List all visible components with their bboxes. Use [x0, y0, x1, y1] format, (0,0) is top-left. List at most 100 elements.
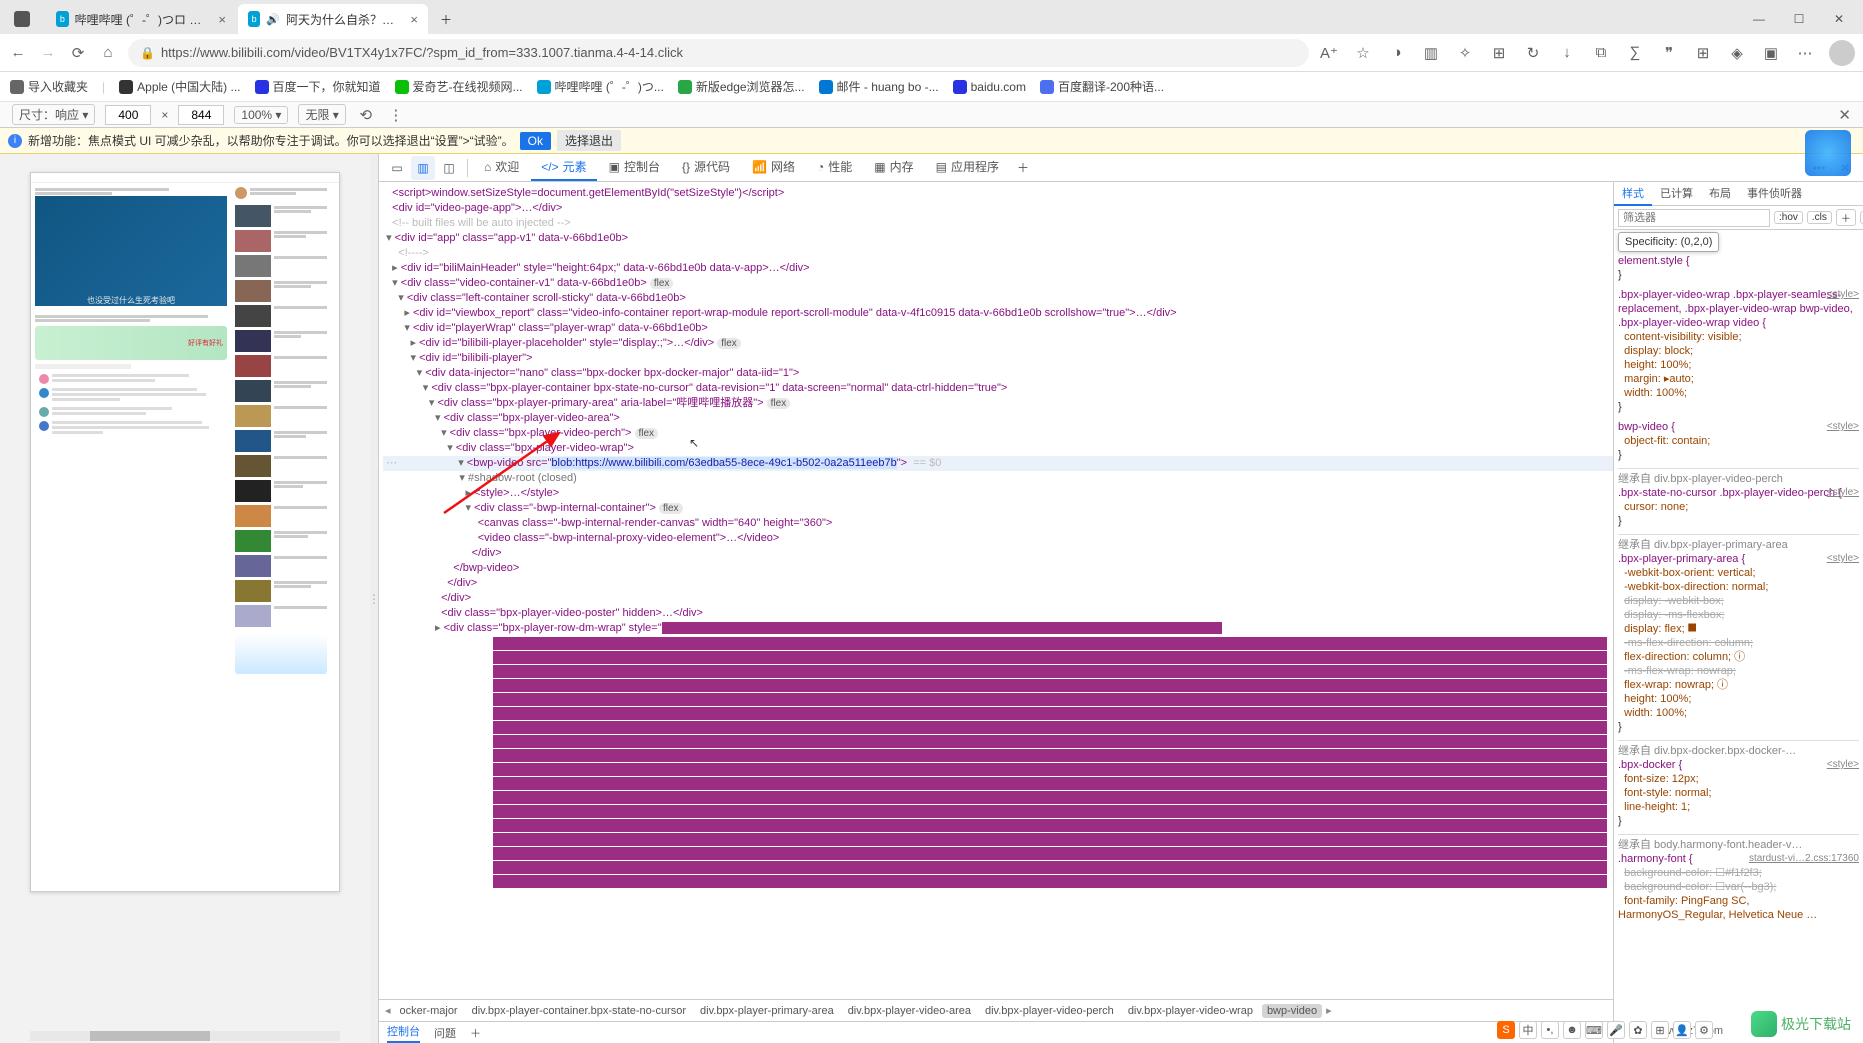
add-tab-icon[interactable]: ＋	[1011, 156, 1035, 180]
sidebar-icon[interactable]: ▥	[1421, 43, 1441, 63]
ime-toolbox-icon[interactable]: ⊞	[1651, 1021, 1669, 1039]
tab-memory[interactable]: ▦内存	[864, 154, 923, 181]
drawer-console-tab[interactable]: 控制台	[387, 1023, 420, 1043]
tab-performance[interactable]: ◔性能	[807, 154, 862, 181]
dock-icon[interactable]: ◫	[437, 156, 461, 180]
close-window-icon[interactable]: ✕	[1819, 4, 1859, 34]
cls-toggle[interactable]: .cls	[1807, 211, 1832, 224]
crumb[interactable]: div.bpx-player-video-perch	[980, 1004, 1119, 1018]
responsive-select[interactable]: 尺寸：响应 ▾	[12, 104, 95, 125]
sync-icon[interactable]: ↻	[1523, 43, 1543, 63]
dom-tree[interactable]: <script>window.setSizeStyle=document.get…	[379, 182, 1613, 999]
tab-computed[interactable]: 已计算	[1652, 182, 1701, 206]
new-tab-button[interactable]: ＋	[430, 4, 462, 34]
tab-welcome[interactable]: ⌂欢迎	[474, 154, 529, 181]
width-input[interactable]	[105, 105, 151, 125]
crumb[interactable]: div.bpx-player-primary-area	[695, 1004, 839, 1018]
bookmark-item[interactable]: 百度翻译-200种语...	[1040, 78, 1164, 95]
bookmark-item[interactable]: Apple (中国大陆) ...	[119, 78, 240, 95]
close-icon[interactable]: ×	[218, 12, 226, 27]
shield-icon[interactable]: ◈	[1727, 43, 1747, 63]
math-icon[interactable]: ∑	[1625, 43, 1645, 63]
rendered-page[interactable]: 也没受过什么生死考验吧 好评有好礼	[30, 172, 340, 892]
quote-icon[interactable]: ❞	[1659, 43, 1679, 63]
performance-icon[interactable]: ⧉	[1591, 43, 1611, 63]
height-input[interactable]	[178, 105, 224, 125]
url-field[interactable]: 🔒 https://www.bilibili.com/video/BV1TX4y…	[128, 39, 1309, 67]
inspect-icon[interactable]: ▭	[385, 156, 409, 180]
crumb[interactable]: div.bpx-player-video-wrap	[1123, 1004, 1258, 1018]
tab-2-active[interactable]: b 🔊 阿天为什么自杀？结局你没... ×	[238, 4, 428, 34]
close-panel-icon[interactable]: ✕	[1838, 106, 1851, 124]
device-toggle-icon[interactable]: ▥	[411, 156, 435, 180]
tab-sources[interactable]: {}源代码	[672, 154, 740, 181]
source-link[interactable]: <style>	[1827, 552, 1859, 566]
throttle-select[interactable]: 无限 ▾	[298, 104, 345, 125]
bookmark-item[interactable]: 导入收藏夹	[10, 78, 88, 95]
home-icon[interactable]: ⌂	[98, 43, 118, 63]
filter-input[interactable]	[1618, 209, 1770, 227]
ime-settings-icon[interactable]: ⚙	[1695, 1021, 1713, 1039]
tab-1[interactable]: b 哔哩哔哩 (゜-゜)つロ 干杯~-bili... ×	[46, 4, 236, 34]
extensions-icon[interactable]: ⊞	[1489, 43, 1509, 63]
ime-voice-icon[interactable]: 🎤	[1607, 1021, 1625, 1039]
tab-network[interactable]: 📶网络	[742, 154, 805, 181]
dom-breadcrumb[interactable]: ◂ ocker-major div.bpx-player-container.b…	[379, 999, 1613, 1021]
back-icon[interactable]: ←	[8, 43, 28, 63]
ime-emoji-button[interactable]: ☻	[1563, 1021, 1581, 1039]
ime-sogou-icon[interactable]: S	[1497, 1021, 1515, 1039]
styles-body[interactable]: Specificity: (0,2,0) element.style {} <s…	[1614, 230, 1863, 1043]
zoom-select[interactable]: 100% ▾	[234, 106, 288, 124]
shopping-icon[interactable]: ◑	[1387, 43, 1407, 63]
hov-toggle[interactable]: :hov	[1774, 211, 1803, 224]
menu-icon[interactable]: ⋯	[1795, 43, 1815, 63]
new-rule-icon[interactable]: ＋	[1836, 209, 1856, 226]
crumb[interactable]: ocker-major	[395, 1004, 463, 1018]
apps-icon[interactable]: ⊞	[1693, 43, 1713, 63]
source-link[interactable]: <style>	[1827, 486, 1859, 500]
ime-user-icon[interactable]: 👤	[1673, 1021, 1691, 1039]
drawer-issues-tab[interactable]: 问题	[434, 1025, 456, 1041]
split-dragger[interactable]: ⋮	[370, 154, 378, 1043]
tab-layout[interactable]: 布局	[1701, 182, 1739, 206]
ime-skin-icon[interactable]: ✿	[1629, 1021, 1647, 1039]
crumb[interactable]: div.bpx-player-container.bpx-state-no-cu…	[467, 1004, 691, 1018]
tab-styles[interactable]: 样式	[1614, 182, 1652, 206]
crumb[interactable]: div.bpx-player-video-area	[843, 1004, 976, 1018]
mobile-icon[interactable]: ▣	[1761, 43, 1781, 63]
scroll-right-icon[interactable]: ▸	[1326, 1004, 1332, 1017]
tab-elements[interactable]: </>元素	[531, 154, 596, 181]
avatar-icon[interactable]	[1829, 40, 1855, 66]
add-drawer-tab-icon[interactable]: ＋	[470, 1025, 481, 1041]
audio-icon[interactable]: 🔊	[266, 13, 280, 26]
scroll-left-icon[interactable]: ◂	[385, 1004, 391, 1017]
reader-icon[interactable]: A⁺	[1319, 43, 1339, 63]
ime-lang-button[interactable]: 中	[1519, 1021, 1537, 1039]
maximize-icon[interactable]: ☐	[1779, 4, 1819, 34]
tab-listeners[interactable]: 事件侦听器	[1739, 182, 1810, 206]
download-icon[interactable]: ↓	[1557, 43, 1577, 63]
more-icon[interactable]: ⋮	[386, 105, 406, 125]
collections-icon[interactable]: ✧	[1455, 43, 1475, 63]
close-icon[interactable]: ×	[410, 12, 418, 27]
tab-console[interactable]: ▣控制台	[599, 154, 670, 181]
bookmark-item[interactable]: 哔哩哔哩 (゜-゜)つ...	[537, 78, 664, 95]
bookmark-item[interactable]: 爱奇艺-在线视频网...	[395, 78, 523, 95]
source-link[interactable]: <style>	[1827, 758, 1859, 772]
opt-out-button[interactable]: 选择退出	[557, 130, 621, 151]
rotate-icon[interactable]: ⟲	[356, 105, 376, 125]
preview-h-scrollbar[interactable]	[30, 1031, 340, 1041]
settings-icon[interactable]: •••	[1807, 156, 1831, 180]
source-link[interactable]: <style>	[1827, 420, 1859, 434]
star-icon[interactable]: ☆	[1353, 43, 1373, 63]
crumb-selected[interactable]: bwp-video	[1262, 1004, 1322, 1018]
source-link[interactable]: stardust-vi…2.css:17360	[1749, 852, 1859, 866]
bookmark-item[interactable]: 百度一下，你就知道	[255, 78, 381, 95]
close-devtools-icon[interactable]: ✕	[1833, 156, 1857, 180]
bookmark-item[interactable]: 新版edge浏览器怎...	[678, 78, 805, 95]
ok-button[interactable]: Ok	[520, 132, 551, 150]
ime-punct-button[interactable]: •,	[1541, 1021, 1559, 1039]
ime-keyboard-icon[interactable]: ⌨	[1585, 1021, 1603, 1039]
source-link[interactable]: <style>	[1827, 288, 1859, 302]
minimize-icon[interactable]: —	[1739, 4, 1779, 34]
